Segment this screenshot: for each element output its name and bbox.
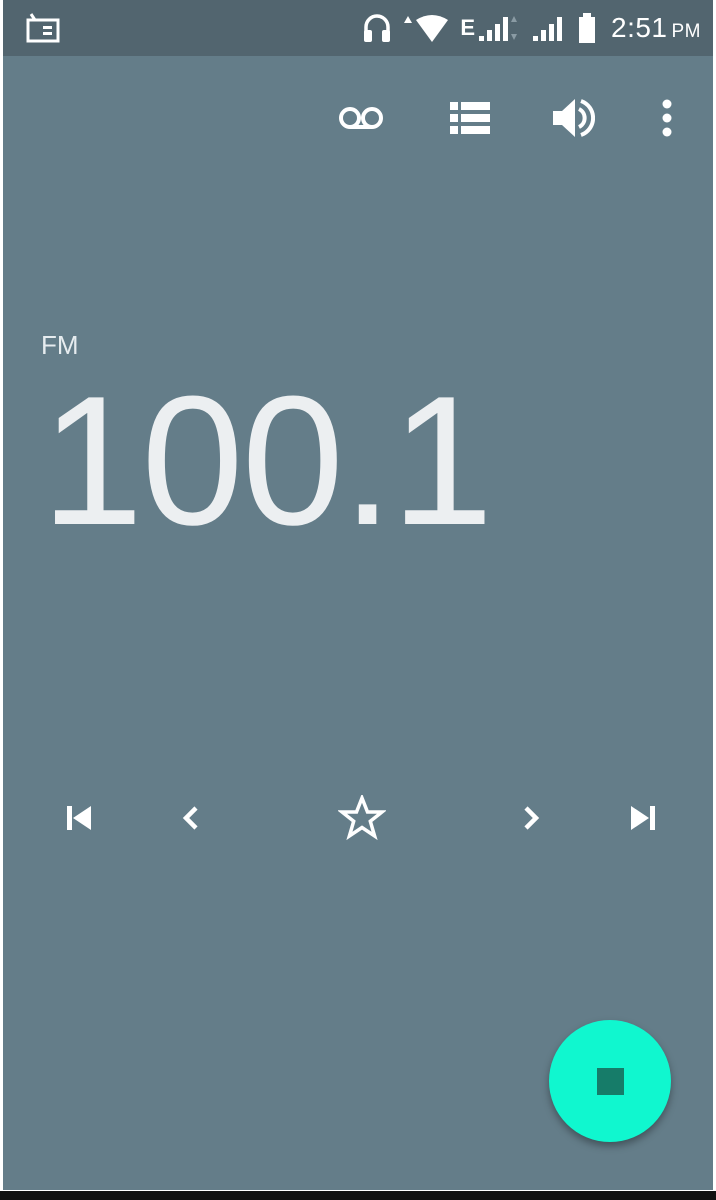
stop-button[interactable] <box>549 1020 671 1142</box>
skip-previous-icon <box>67 806 91 830</box>
radio-app-icon <box>25 12 61 49</box>
station-list-button[interactable] <box>442 90 498 146</box>
more-options-button[interactable] <box>639 90 695 146</box>
signal-icon: E <box>460 14 521 42</box>
screen-bottom-edge <box>0 1191 716 1200</box>
frequency-display: 100.1 <box>41 357 493 563</box>
speaker-icon <box>553 99 595 137</box>
fm-radio-screen: E 2:51 PM FM 100.1 <box>3 0 713 1190</box>
seek-forward-button[interactable] <box>503 790 559 846</box>
battery-icon <box>577 12 597 44</box>
seek-back-button[interactable] <box>163 790 219 846</box>
record-button[interactable] <box>333 90 389 146</box>
stop-icon <box>596 1067 624 1095</box>
seek-back-icon <box>182 806 198 830</box>
seek-forward-icon <box>524 806 540 830</box>
skip-next-button[interactable] <box>615 790 671 846</box>
favorite-star-icon <box>338 795 386 841</box>
status-icons: E 2:51 PM <box>352 0 701 56</box>
speaker-button[interactable] <box>545 90 601 146</box>
skip-next-icon <box>631 806 655 830</box>
network-type-label: E <box>460 15 475 40</box>
signal-icon <box>531 14 567 42</box>
favorite-button[interactable] <box>334 790 390 846</box>
wifi-icon <box>402 12 450 44</box>
station-list-icon <box>450 102 490 134</box>
clock-ampm: PM <box>671 21 701 42</box>
status-bar: E 2:51 PM <box>3 0 713 56</box>
headset-icon <box>362 12 392 44</box>
record-icon <box>339 107 383 129</box>
more-vert-icon <box>662 99 672 137</box>
status-clock: 2:51 PM <box>611 12 701 44</box>
skip-previous-button[interactable] <box>51 790 107 846</box>
clock-time: 2:51 <box>611 12 668 43</box>
